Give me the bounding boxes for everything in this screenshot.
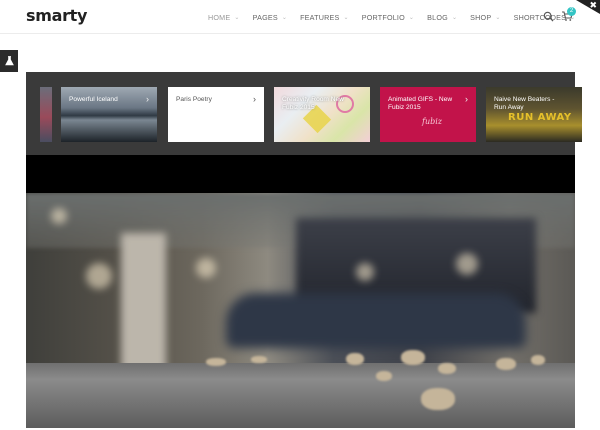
slider-thumb[interactable]: Animated GIFS - New Fubiz 2015 › fubiz [380, 87, 476, 142]
side-options-tab[interactable] [0, 50, 18, 72]
slider-thumb[interactable]: Powerful Iceland › [61, 87, 157, 142]
chevron-down-icon: ⌄ [495, 14, 501, 21]
nav-item-shop[interactable]: SHOP ⌄ [470, 13, 500, 22]
video-bokeh [51, 208, 67, 224]
video-pebble [346, 353, 364, 365]
slider-thumb-title: Naive New Beaters - Run Away [494, 96, 555, 111]
slider-thumb[interactable]: Creativity Room New Fubiz 2015 [274, 87, 370, 142]
slider-thumb-title: Powerful Iceland [69, 96, 118, 103]
nav-item-label: BLOG [427, 12, 448, 22]
video-pebble [438, 363, 456, 374]
chevron-right-icon: › [465, 94, 468, 104]
slider-thumb[interactable]: Naive New Beaters - Run Away RUN AWAY [486, 87, 582, 142]
video-frame-ground [26, 363, 575, 428]
chevron-down-icon: ⌄ [408, 14, 415, 21]
video-player[interactable] [26, 193, 575, 428]
video-pebble [531, 355, 545, 365]
chevron-right-icon: › [253, 94, 256, 104]
video-pebble [206, 358, 226, 366]
video-pebble [496, 358, 516, 370]
chevron-right-icon: › [146, 94, 149, 104]
nav-item-pages[interactable]: PAGES ⌄ [253, 13, 287, 22]
slider-thumb-title: Paris Poetry [176, 96, 212, 103]
nav-item-label: HOME [208, 12, 231, 22]
search-icon[interactable] [543, 11, 554, 22]
nav-item-features[interactable]: FEATURES ⌄ [300, 13, 349, 22]
chevron-down-icon: ⌄ [451, 14, 458, 21]
nav-item-home[interactable]: HOME ⌄ [208, 13, 240, 22]
video-bokeh [86, 263, 112, 289]
page: smarty HOME ⌄ PAGES ⌄ FEATURES ⌄ PORTFOLIO ⌄… [0, 0, 600, 430]
nav-item-label: SHORTCODES [513, 12, 567, 22]
cart-count-badge: 2 [567, 7, 576, 16]
nav-item-label: SHOP [470, 12, 492, 22]
site-logo[interactable]: smarty [26, 6, 87, 25]
slider-thumb-title: Creativity Room New Fubiz 2015 [282, 96, 344, 111]
video-frame-pillar [121, 233, 166, 373]
video-pebble [251, 356, 267, 363]
thumb-script-logo: fubiz [422, 117, 443, 126]
chevron-down-icon: ⌄ [281, 14, 288, 21]
slider-thumb-title: Animated GIFS - New Fubiz 2015 [388, 96, 453, 111]
flask-icon [4, 56, 14, 66]
close-icon: ✖ [589, 0, 597, 10]
nav-item-blog[interactable]: BLOG ⌄ [427, 13, 457, 22]
video-bokeh [196, 258, 216, 278]
chevron-down-icon: ⌄ [343, 14, 349, 21]
site-header: smarty HOME ⌄ PAGES ⌄ FEATURES ⌄ PORTFOLIO ⌄… [0, 0, 600, 34]
video-pebble [376, 371, 392, 381]
nav-item-label: FEATURES [300, 12, 340, 22]
video-pebble [421, 388, 455, 410]
video-letterbox [26, 155, 575, 193]
nav-item-label: PORTFOLIO [361, 12, 405, 22]
video-bokeh [356, 263, 374, 281]
main-nav: HOME ⌄ PAGES ⌄ FEATURES ⌄ PORTFOLIO ⌄ BLOG ⌄ … [208, 0, 588, 34]
thumb-poster-text: RUN AWAY [508, 112, 572, 123]
portfolio-slider: Powerful Iceland › Paris Poetry › Creati… [26, 72, 582, 155]
chevron-down-icon: ⌄ [234, 14, 240, 21]
video-frame-car [226, 293, 526, 348]
video-pebble [401, 350, 425, 365]
nav-item-label: PAGES [252, 12, 278, 22]
video-bokeh [456, 253, 478, 275]
slider-thumb-partial[interactable] [40, 87, 52, 142]
nav-item-portfolio[interactable]: PORTFOLIO ⌄ [362, 13, 414, 22]
slider-thumb[interactable]: Paris Poetry › [168, 87, 264, 142]
